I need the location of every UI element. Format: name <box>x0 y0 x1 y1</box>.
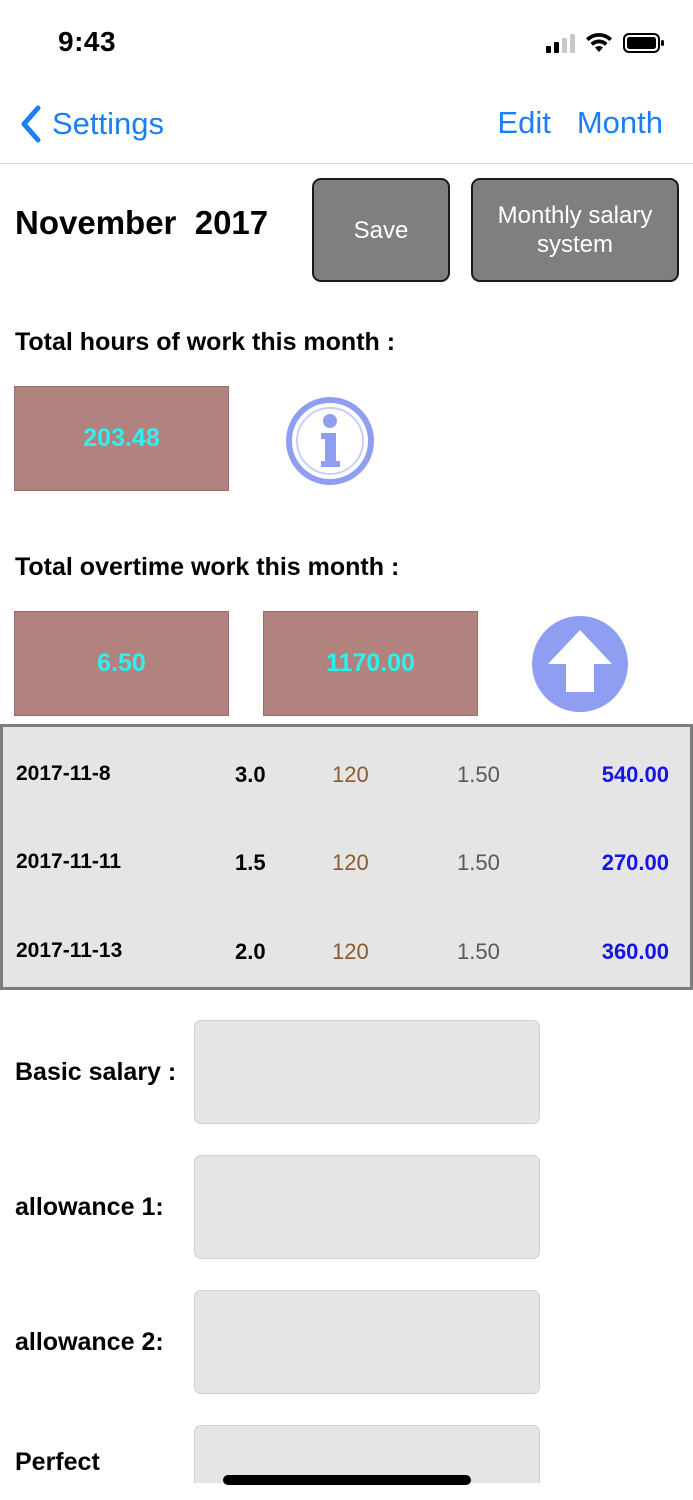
wifi-icon <box>586 32 612 52</box>
month-title: November 2017 <box>15 204 269 241</box>
edit-button[interactable]: Edit <box>497 105 550 141</box>
table-row[interactable]: 2017-11-8 3.0 120 1.50 540.00 <box>3 730 693 818</box>
nav-right-items: Edit Month <box>497 105 663 141</box>
overtime-amount-value: 1170.00 <box>263 611 478 716</box>
save-button[interactable]: Save <box>312 178 450 282</box>
overtime-table: 2017-11-8 3.0 120 1.50 540.00 2017-11-11… <box>0 724 693 990</box>
row-amount: 360.00 <box>601 939 669 964</box>
row-rate: 120 <box>332 939 369 964</box>
month-button[interactable]: Month <box>577 105 663 141</box>
status-icons <box>546 30 665 56</box>
signal-icon <box>546 33 575 53</box>
row-multiplier: 1.50 <box>457 762 500 787</box>
navigation-bar: Settings Edit Month <box>0 86 693 164</box>
row-hours: 2.0 <box>235 939 266 964</box>
info-icon[interactable] <box>284 395 376 487</box>
total-hours-value: 203.48 <box>14 386 229 491</box>
perfect-label: Perfect <box>15 1448 100 1476</box>
basic-salary-input[interactable] <box>194 1020 540 1124</box>
table-row[interactable]: 2017-11-11 1.5 120 1.50 270.00 <box>3 818 693 906</box>
allowance-2-input[interactable] <box>194 1290 540 1394</box>
arrow-up-icon[interactable] <box>530 614 630 714</box>
monthly-salary-system-button[interactable]: Monthly salary system <box>471 178 679 282</box>
row-date: 2017-11-13 <box>16 939 123 962</box>
row-multiplier: 1.50 <box>457 939 500 964</box>
row-rate: 120 <box>332 850 369 875</box>
row-date: 2017-11-8 <box>16 762 111 785</box>
chevron-left-icon <box>21 105 41 143</box>
salary-system-label: Monthly salary system <box>497 202 653 258</box>
row-multiplier: 1.50 <box>457 850 500 875</box>
status-bar: 9:43 <box>0 0 693 86</box>
battery-icon <box>623 33 664 53</box>
total-overtime-label: Total overtime work this month : <box>15 553 400 581</box>
allowance-1-input[interactable] <box>194 1155 540 1259</box>
back-button[interactable]: Settings <box>16 104 164 144</box>
basic-salary-label: Basic salary : <box>15 1058 177 1086</box>
row-amount: 270.00 <box>601 850 669 875</box>
row-hours: 3.0 <box>235 762 266 787</box>
allowance-1-label: allowance 1: <box>15 1193 164 1221</box>
status-time: 9:43 <box>58 26 117 57</box>
row-hours: 1.5 <box>235 850 266 875</box>
row-amount: 540.00 <box>601 762 669 787</box>
table-row[interactable]: 2017-11-13 2.0 120 1.50 360.00 <box>3 907 693 995</box>
allowance-2-label: allowance 2: <box>15 1328 164 1356</box>
total-hours-label: Total hours of work this month : <box>15 328 396 356</box>
row-rate: 120 <box>332 762 369 787</box>
overtime-hours-value: 6.50 <box>14 611 229 716</box>
back-label: Settings <box>52 106 165 141</box>
home-indicator[interactable] <box>223 1475 471 1485</box>
row-date: 2017-11-11 <box>16 850 122 873</box>
